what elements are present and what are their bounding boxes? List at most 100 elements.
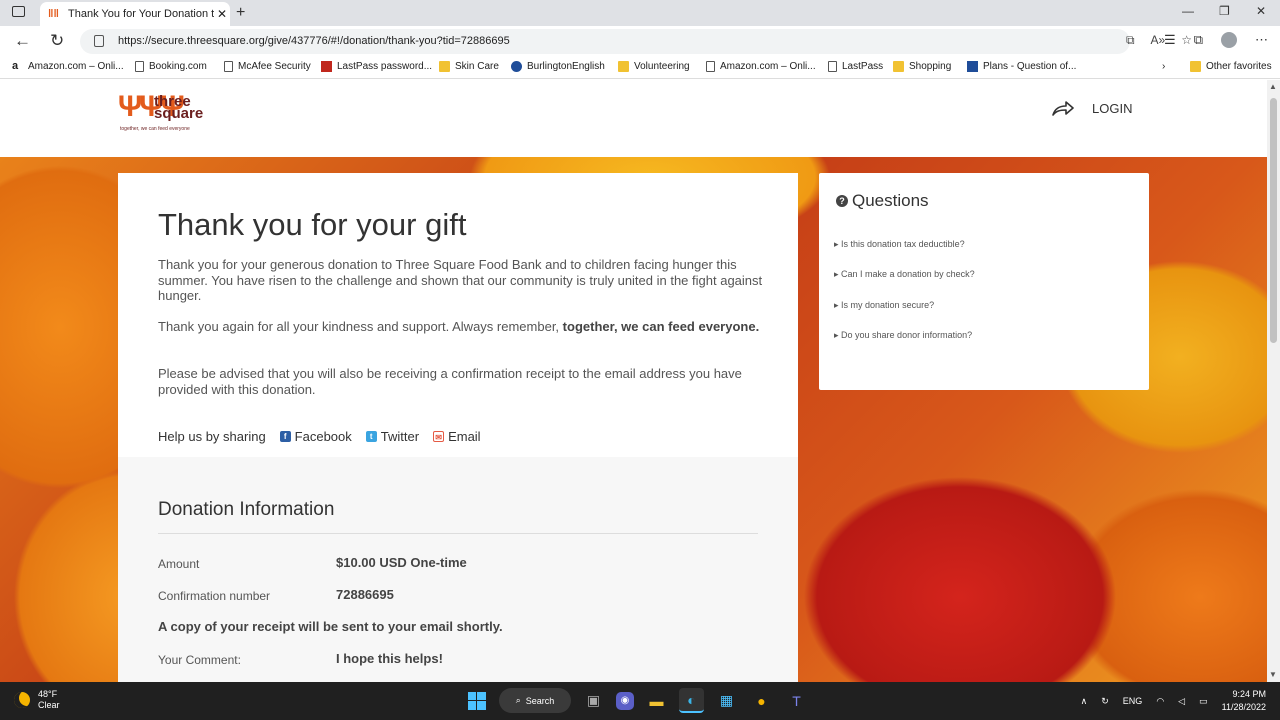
faq-link[interactable]: ▸ Is this donation tax deductible? [834, 239, 965, 250]
collections-icon[interactable]: ⧉ [1194, 32, 1203, 48]
url-field[interactable]: https://secure.threesquare.org/give/4377… [80, 29, 1130, 54]
windows-taskbar: 48°F Clear ⌕ Search ▣ ◉ ▬ ◐ ▦ ● T ∧ ↻ ENG … [0, 682, 1280, 720]
windows-icon [467, 691, 486, 710]
address-toolbar: ← ↻ https://secure.threesquare.org/give/… [0, 26, 1280, 57]
onedrive-sync-icon[interactable]: ↻ [1101, 696, 1109, 707]
page-icon [135, 61, 144, 72]
profile-avatar[interactable] [1221, 32, 1237, 48]
lock-icon [94, 35, 104, 47]
page-title: Thank you for your gift [158, 207, 467, 242]
folder-icon [439, 61, 450, 72]
logo-tagline: together, we can feed everyone [120, 126, 190, 132]
scrollbar-thumb[interactable] [1270, 98, 1277, 343]
search-button[interactable]: ⌕ Search [499, 688, 571, 713]
twitter-share-link[interactable]: t Twitter [365, 429, 419, 444]
login-link[interactable]: LOGIN [1052, 100, 1132, 116]
page-scrollbar[interactable]: ▲ ▼ [1267, 80, 1280, 682]
minimize-icon[interactable]: — [1182, 4, 1194, 18]
volume-icon[interactable]: ◁ [1178, 696, 1185, 707]
comment-value: I hope this helps! [336, 651, 443, 666]
email-icon: ✉ [433, 431, 445, 442]
confirmation-label: Confirmation number [158, 589, 271, 603]
wifi-icon[interactable]: ◠ [1156, 696, 1164, 707]
divider [158, 533, 758, 534]
start-button[interactable] [464, 688, 489, 713]
donation-info-heading: Donation Information [158, 499, 335, 520]
logo-word: three square [154, 93, 204, 122]
folder-icon [893, 61, 904, 72]
tips-icon[interactable]: ● [749, 688, 774, 713]
language-indicator[interactable]: ENG [1123, 696, 1143, 706]
faq-link[interactable]: ▸ Do you share donor information? [834, 330, 972, 341]
bookmark-item[interactable]: a Amazon.com – Onli... [12, 60, 124, 73]
donation-information-section: Donation Information Amount $10.00 USD O… [118, 457, 798, 682]
close-window-icon[interactable]: ✕ [1256, 4, 1266, 18]
file-explorer-icon[interactable]: ▬ [644, 688, 669, 713]
confirmation-value: 72886695 [336, 587, 394, 602]
folder-icon [618, 61, 629, 72]
weather-widget[interactable]: 48°F Clear [14, 689, 60, 711]
page-icon [828, 61, 837, 72]
bookmark-item[interactable]: Amazon.com – Onli... [706, 61, 816, 72]
burlington-icon [511, 61, 522, 72]
bookmark-item[interactable]: BurlingtonEnglish [511, 61, 605, 72]
threesquare-favicon-icon: ǁǁ [48, 8, 59, 20]
plans-icon [967, 61, 978, 72]
back-icon[interactable]: ← [14, 31, 31, 51]
moon-icon [14, 692, 30, 708]
twitter-icon: t [365, 431, 377, 442]
bookmarks-bar: a Amazon.com – Onli... Booking.com McAfee… [0, 57, 1280, 79]
page-icon [706, 61, 715, 72]
facebook-icon: f [279, 431, 291, 442]
app-available-icon[interactable]: ⧉ [1126, 33, 1135, 48]
active-tab[interactable]: ǁǁ Thank You for Your Donation to ✕ [40, 2, 230, 26]
bookmark-item[interactable]: Booking.com [135, 61, 207, 72]
page-icon [224, 61, 233, 72]
facebook-share-link[interactable]: f Facebook [279, 429, 352, 444]
system-tray: ∧ ↻ ENG ◠ ◁ ▭ 9:24 PM 11/28/2022 [1081, 688, 1266, 714]
bookmark-item[interactable]: Shopping [893, 61, 951, 72]
folder-icon [1190, 61, 1201, 72]
more-menu-icon[interactable]: ⋯ [1255, 32, 1268, 48]
other-favorites[interactable]: Other favorites [1190, 61, 1272, 72]
read-aloud-icon[interactable]: A» [1151, 33, 1166, 48]
clock[interactable]: 9:24 PM 11/28/2022 [1222, 688, 1266, 714]
amazon-icon: a [12, 60, 19, 72]
bookmark-item[interactable]: LastPass [828, 61, 883, 72]
email-share-link[interactable]: ✉ Email [433, 429, 481, 444]
teams-icon[interactable]: T [784, 688, 809, 713]
faq-link[interactable]: ▸ Can I make a donation by check? [834, 269, 975, 280]
bookmarks-overflow-icon[interactable]: › [1162, 61, 1165, 72]
three-square-logo[interactable]: ΨΨΨ three square together, we can feed ev… [118, 90, 248, 135]
bookmark-item[interactable]: Skin Care [439, 61, 499, 72]
site-header: ΨΨΨ three square together, we can feed ev… [0, 80, 1267, 157]
amount-label: Amount [158, 557, 200, 571]
share-label: Help us by sharing [158, 429, 266, 444]
battery-icon[interactable]: ▭ [1199, 696, 1208, 707]
refresh-icon[interactable]: ↻ [50, 31, 64, 51]
scroll-up-icon[interactable]: ▲ [1269, 82, 1277, 91]
tab-actions-icon[interactable] [12, 6, 25, 17]
scroll-down-icon[interactable]: ▼ [1269, 670, 1277, 679]
close-tab-icon[interactable]: ✕ [214, 7, 230, 21]
questions-heading: Questions [852, 191, 929, 210]
teams-chat-icon[interactable]: ◉ [616, 691, 634, 710]
task-view-icon[interactable]: ▣ [581, 688, 606, 713]
edge-icon[interactable]: ◐ [679, 688, 704, 713]
store-icon[interactable]: ▦ [714, 688, 739, 713]
questions-card: ? Questions ▸ Is this donation tax deduc… [819, 173, 1149, 390]
bookmark-item[interactable]: McAfee Security [224, 61, 311, 72]
bookmark-item[interactable]: Plans - Question of... [967, 61, 1076, 72]
thank-you-message: Thank you for your generous donation to … [158, 257, 763, 303]
maximize-icon[interactable]: ❐ [1219, 4, 1230, 18]
login-label: LOGIN [1092, 100, 1133, 116]
bookmark-item[interactable]: Volunteering [618, 61, 690, 72]
search-icon: ⌕ [515, 695, 521, 705]
favorites-icon[interactable]: ☰ [1164, 32, 1176, 48]
support-message: Thank you again for all your kindness an… [158, 319, 760, 334]
bookmark-item[interactable]: LastPass password... [321, 61, 432, 72]
lastpass-icon [321, 61, 332, 72]
chevron-up-icon[interactable]: ∧ [1081, 696, 1088, 707]
faq-link[interactable]: ▸ Is my donation secure? [834, 300, 934, 311]
new-tab-icon[interactable]: + [236, 4, 245, 22]
